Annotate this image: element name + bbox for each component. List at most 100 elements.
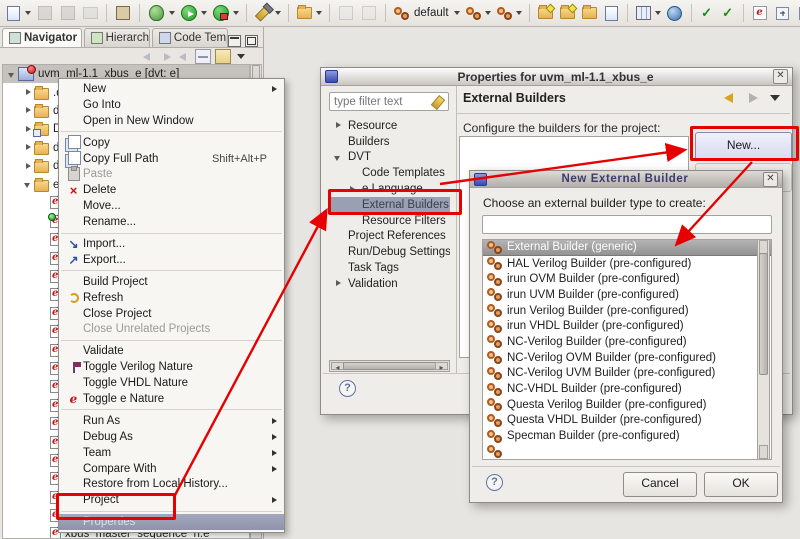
properties-tree[interactable]: Resource Builders DVT Code Templates e Langu…: [329, 118, 450, 358]
new-builder-button[interactable]: New...: [695, 132, 792, 161]
build-config-button[interactable]: default: [392, 5, 461, 22]
builder-type-item[interactable]: NC-Verilog OVM Builder (pre-configured): [483, 350, 771, 366]
menu-item-export[interactable]: ↗ Export...: [59, 252, 284, 268]
menu-item-toggle-e-nature[interactable]: e Toggle e Nature: [59, 391, 284, 407]
chevron-down-icon[interactable]: [515, 11, 522, 15]
builder-type-item[interactable]: NC-Verilog UVM Builder (pre-configured): [483, 366, 771, 382]
menu-item-import[interactable]: ↘ Import...: [59, 236, 284, 252]
expander-icon[interactable]: [333, 152, 344, 163]
menu-item-toggle-vhdl-nature[interactable]: Toggle VHDL Nature: [59, 375, 284, 391]
run-config-button[interactable]: [464, 5, 492, 22]
tab-close-icon[interactable]: ✕: [81, 33, 82, 44]
builder-type-item[interactable]: [483, 444, 771, 459]
properties-tree-item-external-builders[interactable]: External Builders: [329, 196, 450, 213]
expander-expanded-icon[interactable]: [23, 179, 34, 190]
scrollbar-thumb[interactable]: [343, 362, 436, 370]
builder-type-item[interactable]: External Builder (generic): [483, 240, 771, 256]
minimize-icon[interactable]: [228, 35, 241, 47]
chevron-down-icon[interactable]: [233, 11, 239, 15]
view-menu-icon[interactable]: [768, 92, 784, 104]
chevron-down-icon[interactable]: [275, 11, 281, 15]
debug-button[interactable]: [146, 3, 176, 23]
properties-tree-item-run-debug-settings[interactable]: Run/Debug Settings: [329, 244, 450, 260]
menu-item-run-as[interactable]: Run As: [59, 413, 284, 429]
menu-item-validate[interactable]: Validate: [59, 343, 284, 359]
builder-type-item[interactable]: irun VHDL Builder (pre-configured): [483, 318, 771, 334]
scroll-right-icon[interactable]: ▸: [435, 362, 448, 372]
link-editor-icon[interactable]: [215, 49, 231, 64]
close-icon[interactable]: ✕: [773, 69, 788, 84]
menu-item-restore-from-local-history[interactable]: Restore from Local History...: [59, 476, 284, 492]
uvm-check-button[interactable]: ✓: [698, 4, 716, 22]
chevron-down-icon[interactable]: [201, 11, 207, 15]
diagram-button[interactable]: [634, 3, 662, 23]
properties-tree-item-resource-filters[interactable]: Resource Filters: [329, 213, 450, 229]
new-file-button[interactable]: [602, 4, 621, 23]
forward-arrow-icon[interactable]: [746, 92, 762, 104]
menu-item-close-project[interactable]: Close Project: [59, 306, 284, 322]
properties-tree-item-e-language[interactable]: e Language: [329, 181, 450, 197]
chevron-down-icon[interactable]: [484, 11, 491, 15]
scrollbar-thumb[interactable]: [759, 253, 768, 375]
expand-box-button[interactable]: [773, 3, 793, 23]
builder-type-item[interactable]: Specman Builder (pre-configured): [483, 428, 771, 444]
chevron-down-icon[interactable]: [654, 11, 661, 15]
tab-code-templ[interactable]: Code Templ: [151, 28, 228, 47]
builder-type-item[interactable]: NC-Verilog Builder (pre-configured): [483, 334, 771, 350]
builder-type-item[interactable]: HAL Verilog Builder (pre-configured): [483, 256, 771, 272]
expander-icon[interactable]: [333, 120, 344, 131]
menu-item-debug-as[interactable]: Debug As: [59, 429, 284, 445]
expander-collapsed-icon[interactable]: [23, 142, 34, 153]
builder-type-filter-input[interactable]: [482, 215, 772, 234]
menu-item-properties[interactable]: Properties: [59, 514, 284, 531]
help-button[interactable]: ?: [339, 380, 356, 397]
builder-type-item[interactable]: irun OVM Builder (pre-configured): [483, 271, 771, 287]
menu-item-rename[interactable]: Rename...: [59, 214, 284, 230]
browser-globe-button[interactable]: [665, 3, 685, 23]
scroll-up-icon[interactable]: [759, 240, 768, 254]
chevron-down-icon[interactable]: [316, 11, 322, 15]
menu-item-toggle-verilog-nature[interactable]: Toggle Verilog Nature: [59, 359, 284, 375]
ovm-check-button[interactable]: ✓: [719, 4, 737, 22]
menu-item-go-into[interactable]: Go Into: [59, 97, 284, 113]
menu-item-compare-with[interactable]: Compare With: [59, 461, 284, 477]
menu-item-open-in-new-window[interactable]: Open in New Window: [59, 113, 284, 129]
scroll-down-icon[interactable]: [759, 445, 768, 459]
chevron-down-icon[interactable]: [169, 11, 175, 15]
builder-list-scrollbar[interactable]: [757, 239, 770, 460]
search-button[interactable]: [253, 4, 282, 23]
properties-tree-item-validation[interactable]: Validation: [329, 276, 450, 292]
expander-icon[interactable]: [333, 278, 344, 289]
new-folder-t-button[interactable]: [536, 3, 555, 23]
menu-item-delete[interactable]: × Delete: [59, 182, 284, 198]
menu-item-team[interactable]: Team: [59, 445, 284, 461]
close-icon[interactable]: ✕: [763, 171, 778, 187]
menu-item-move[interactable]: Move...: [59, 198, 284, 214]
menu-item-refresh[interactable]: Refresh: [59, 290, 284, 306]
expander-collapsed-icon[interactable]: [23, 161, 34, 172]
properties-tree-item-resource[interactable]: Resource: [329, 118, 450, 134]
scroll-up-icon[interactable]: [252, 65, 260, 79]
new-builder-dialog-titlebar[interactable]: New External Builder ✕: [470, 171, 782, 188]
help-button[interactable]: ?: [486, 474, 503, 491]
expander-icon[interactable]: [347, 184, 358, 195]
tab-hierarchy[interactable]: Hierarchy: [83, 28, 150, 47]
filter-input[interactable]: [329, 92, 449, 111]
menu-item-new[interactable]: New: [59, 81, 284, 97]
builder-type-item[interactable]: irun UVM Builder (pre-configured): [483, 287, 771, 303]
ant-build-button[interactable]: [113, 3, 133, 23]
builder-type-item[interactable]: NC-VHDL Builder (pre-configured): [483, 381, 771, 397]
expander-expanded-icon[interactable]: [7, 69, 18, 80]
properties-tree-item-dvt[interactable]: DVT: [329, 150, 450, 166]
ok-button[interactable]: OK: [704, 472, 778, 497]
open-resource-button[interactable]: [295, 3, 323, 23]
tab-navigator[interactable]: Navigator✕: [2, 28, 82, 47]
properties-tree-item-builders[interactable]: Builders: [329, 134, 450, 150]
menu-item-paste[interactable]: Paste: [59, 166, 284, 182]
nav-up-icon[interactable]: [177, 50, 191, 63]
properties-tree-hscrollbar[interactable]: ◂ ▸: [329, 360, 450, 372]
external-tools-button[interactable]: [211, 3, 240, 23]
debug-config-button[interactable]: [495, 5, 523, 22]
builder-type-list[interactable]: External Builder (generic) HAL Verilog Bu…: [482, 239, 772, 460]
properties-tree-item-project-references[interactable]: Project References: [329, 229, 450, 245]
